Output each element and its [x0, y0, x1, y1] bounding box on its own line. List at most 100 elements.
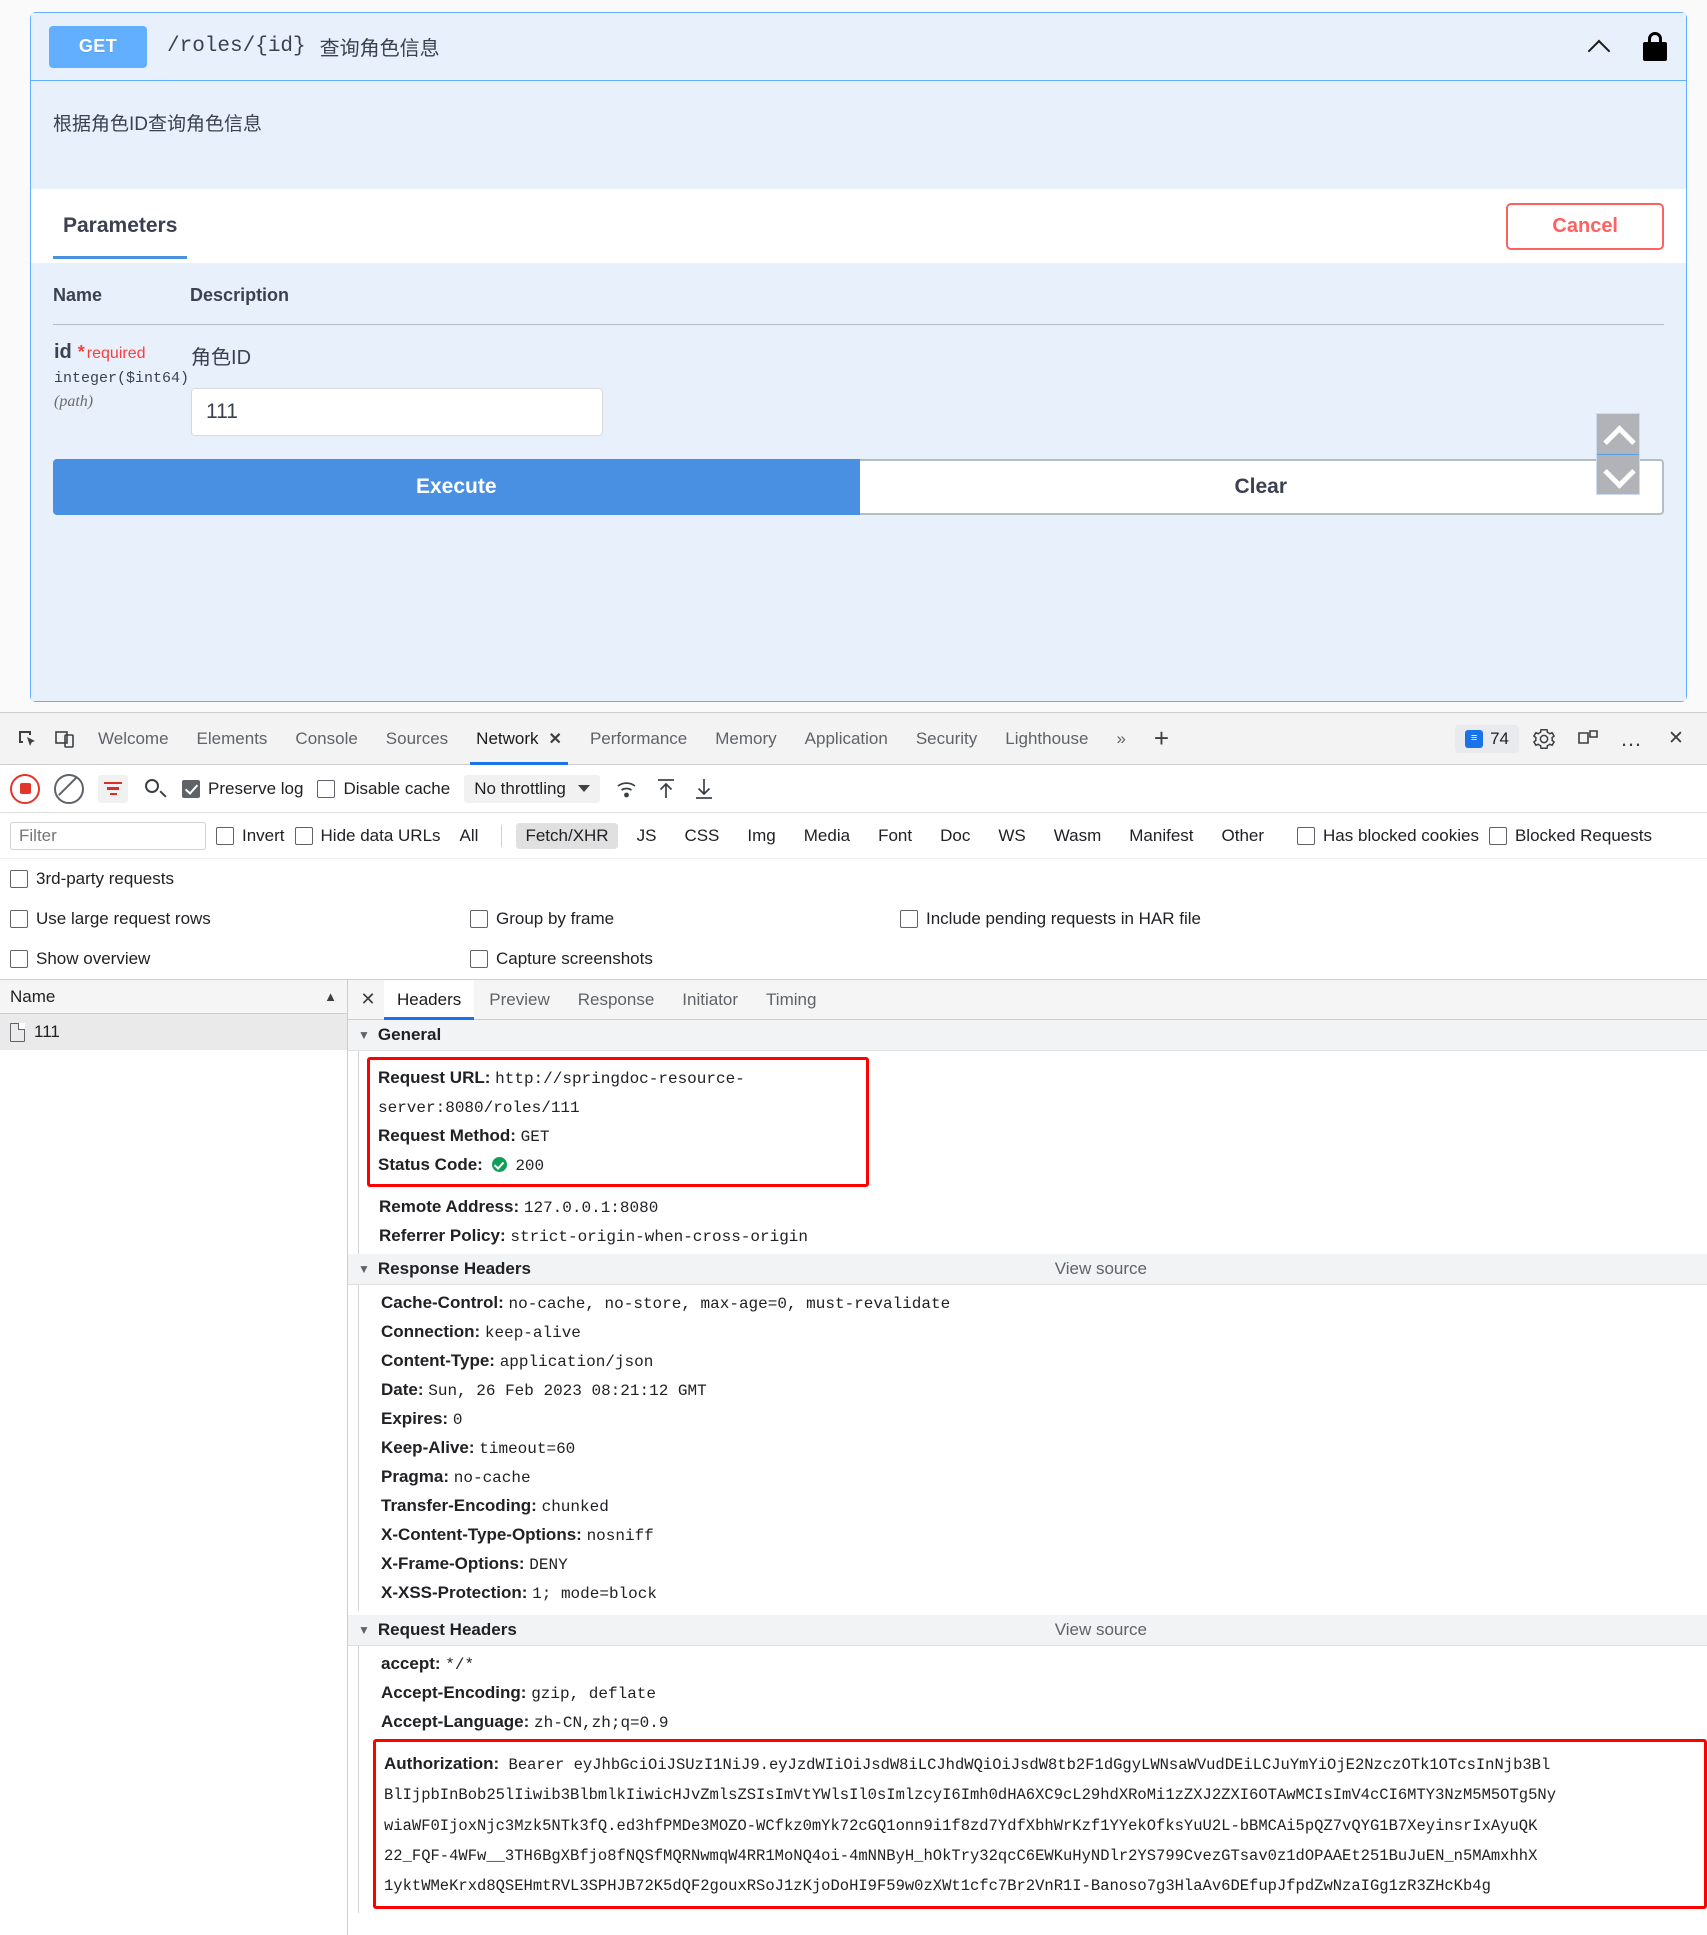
filter-input[interactable] — [10, 822, 206, 850]
invert-toggle[interactable]: Invert — [216, 826, 285, 846]
use-large-request-rows-toggle[interactable]: Use large request rows — [10, 909, 470, 929]
authorization-value-part-3: wiaWF0IjoxNjc3Mzk5NTk3fQ.ed3hfPMDe3MOZO-… — [384, 1811, 1696, 1841]
resource-type-img[interactable]: Img — [738, 823, 784, 849]
request-row[interactable]: 111 — [0, 1014, 347, 1050]
export-har-icon[interactable] — [692, 776, 716, 802]
operation-summary[interactable]: GET /roles/{id} 查询角色信息 — [31, 13, 1686, 81]
resource-type-ws[interactable]: WS — [989, 823, 1034, 849]
cancel-button[interactable]: Cancel — [1506, 203, 1664, 250]
include-pending-har-checkbox[interactable] — [900, 910, 918, 928]
import-har-icon[interactable] — [654, 776, 678, 802]
spinner-down-icon[interactable] — [1597, 454, 1639, 495]
number-spinner[interactable] — [1596, 413, 1640, 495]
dock-icon[interactable] — [1569, 720, 1607, 758]
capture-screenshots-toggle[interactable]: Capture screenshots — [470, 949, 900, 969]
detail-tab-initiator[interactable]: Initiator — [669, 980, 751, 1020]
detail-tab-preview[interactable]: Preview — [476, 980, 562, 1020]
third-party-requests-toggle[interactable]: 3rd-party requests — [10, 869, 174, 889]
devtools-tab-welcome[interactable]: Welcome — [84, 713, 183, 765]
section-general-header[interactable]: ▼ General — [348, 1020, 1707, 1051]
hide-data-urls-checkbox[interactable] — [295, 827, 313, 845]
issues-badge[interactable]: ≡ 74 — [1455, 725, 1519, 753]
devtools-tab-elements[interactable]: Elements — [183, 713, 282, 765]
devtools-tab-memory[interactable]: Memory — [701, 713, 790, 765]
resource-type-other[interactable]: Other — [1213, 823, 1274, 849]
disable-cache-checkbox[interactable] — [317, 780, 335, 798]
more-tabs-icon[interactable]: » — [1102, 713, 1139, 765]
header-key: Pragma: — [381, 1467, 449, 1486]
resource-type-fetch-xhr[interactable]: Fetch/XHR — [516, 823, 617, 849]
view-source-response[interactable]: View source — [1055, 1259, 1147, 1279]
inspect-icon[interactable] — [8, 720, 46, 758]
more-vertical-icon[interactable]: … — [1613, 720, 1651, 758]
resource-type-css[interactable]: CSS — [675, 823, 728, 849]
clear-network-button[interactable] — [54, 774, 84, 804]
invert-checkbox[interactable] — [216, 827, 234, 845]
sort-ascending-icon[interactable]: ▲ — [324, 989, 337, 1004]
general-remote-address: Remote Address: 127.0.0.1:8080 — [369, 1193, 1707, 1222]
detail-tab-response[interactable]: Response — [565, 980, 668, 1020]
search-icon[interactable] — [142, 776, 168, 802]
resource-type-media[interactable]: Media — [795, 823, 859, 849]
devtools-tab-lighthouse[interactable]: Lighthouse — [991, 713, 1102, 765]
view-source-request[interactable]: View source — [1055, 1620, 1147, 1640]
show-overview-toggle[interactable]: Show overview — [10, 949, 470, 969]
resource-type-manifest[interactable]: Manifest — [1120, 823, 1202, 849]
section-response-headers-header[interactable]: ▼ Response Headers View source — [348, 1254, 1707, 1285]
show-overview-checkbox[interactable] — [10, 950, 28, 968]
use-large-request-rows-checkbox[interactable] — [10, 910, 28, 928]
blocked-requests-toggle[interactable]: Blocked Requests — [1489, 826, 1652, 846]
hide-data-urls-toggle[interactable]: Hide data URLs — [295, 826, 441, 846]
include-pending-har-toggle[interactable]: Include pending requests in HAR file — [900, 909, 1201, 929]
triangle-down-icon: ▼ — [358, 1262, 370, 1276]
authorization-value-part-4: 22_FQF-4WFw__3TH6BgXBfjo8fNQSfMQRNwmqW4R… — [384, 1841, 1696, 1871]
section-request-headers-header[interactable]: ▼ Request Headers View source — [348, 1615, 1707, 1646]
third-party-requests-checkbox[interactable] — [10, 870, 28, 888]
preserve-log-checkbox[interactable] — [182, 780, 200, 798]
group-by-frame-toggle[interactable]: Group by frame — [470, 909, 900, 929]
close-detail-icon[interactable]: ✕ — [354, 986, 382, 1014]
devtools-tab-network[interactable]: Network ✕ — [462, 713, 576, 765]
close-icon[interactable]: ✕ — [549, 729, 562, 749]
parameter-id-input[interactable] — [191, 388, 603, 436]
resource-type-doc[interactable]: Doc — [931, 823, 979, 849]
add-tab-icon[interactable]: + — [1140, 713, 1183, 765]
devtools-tab-application[interactable]: Application — [791, 713, 902, 765]
blocked-requests-checkbox[interactable] — [1489, 827, 1507, 845]
header-value: zh-CN,zh;q=0.9 — [534, 1714, 668, 1732]
detail-tab-timing[interactable]: Timing — [753, 980, 829, 1020]
resource-type-wasm[interactable]: Wasm — [1045, 823, 1111, 849]
capture-screenshots-checkbox[interactable] — [470, 950, 488, 968]
group-by-frame-checkbox[interactable] — [470, 910, 488, 928]
resource-type-font[interactable]: Font — [869, 823, 921, 849]
record-button[interactable] — [10, 774, 40, 804]
request-list-header[interactable]: Name ▲ — [0, 980, 347, 1014]
preserve-log-toggle[interactable]: Preserve log — [182, 779, 303, 799]
device-toolbar-icon[interactable] — [46, 720, 84, 758]
throttling-select[interactable]: No throttling — [464, 775, 600, 803]
section-general-title: General — [378, 1025, 441, 1045]
spinner-up-icon[interactable] — [1597, 414, 1639, 454]
devtools-tab-sources[interactable]: Sources — [372, 713, 462, 765]
divider — [501, 825, 502, 847]
tab-parameters[interactable]: Parameters — [53, 214, 187, 259]
lock-icon[interactable] — [1642, 32, 1668, 62]
devtools-tab-console[interactable]: Console — [281, 713, 371, 765]
header-key: Expires: — [381, 1409, 448, 1428]
has-blocked-cookies-checkbox[interactable] — [1297, 827, 1315, 845]
devtools-tab-security[interactable]: Security — [902, 713, 991, 765]
chevron-up-icon[interactable] — [1586, 30, 1620, 64]
resource-type-all[interactable]: All — [451, 823, 488, 849]
filter-icon[interactable] — [98, 775, 128, 803]
network-filter-bar: Invert Hide data URLs All Fetch/XHR JS C… — [0, 813, 1707, 859]
detail-tab-headers[interactable]: Headers — [384, 980, 474, 1020]
clear-button[interactable]: Clear — [860, 459, 1665, 515]
close-devtools-icon[interactable]: ✕ — [1657, 720, 1695, 758]
resource-type-js[interactable]: JS — [628, 823, 666, 849]
execute-button[interactable]: Execute — [53, 459, 860, 515]
has-blocked-cookies-toggle[interactable]: Has blocked cookies — [1297, 826, 1479, 846]
devtools-tab-performance[interactable]: Performance — [576, 713, 701, 765]
disable-cache-toggle[interactable]: Disable cache — [317, 779, 450, 799]
gear-icon[interactable] — [1525, 720, 1563, 758]
network-conditions-icon[interactable] — [614, 777, 640, 801]
